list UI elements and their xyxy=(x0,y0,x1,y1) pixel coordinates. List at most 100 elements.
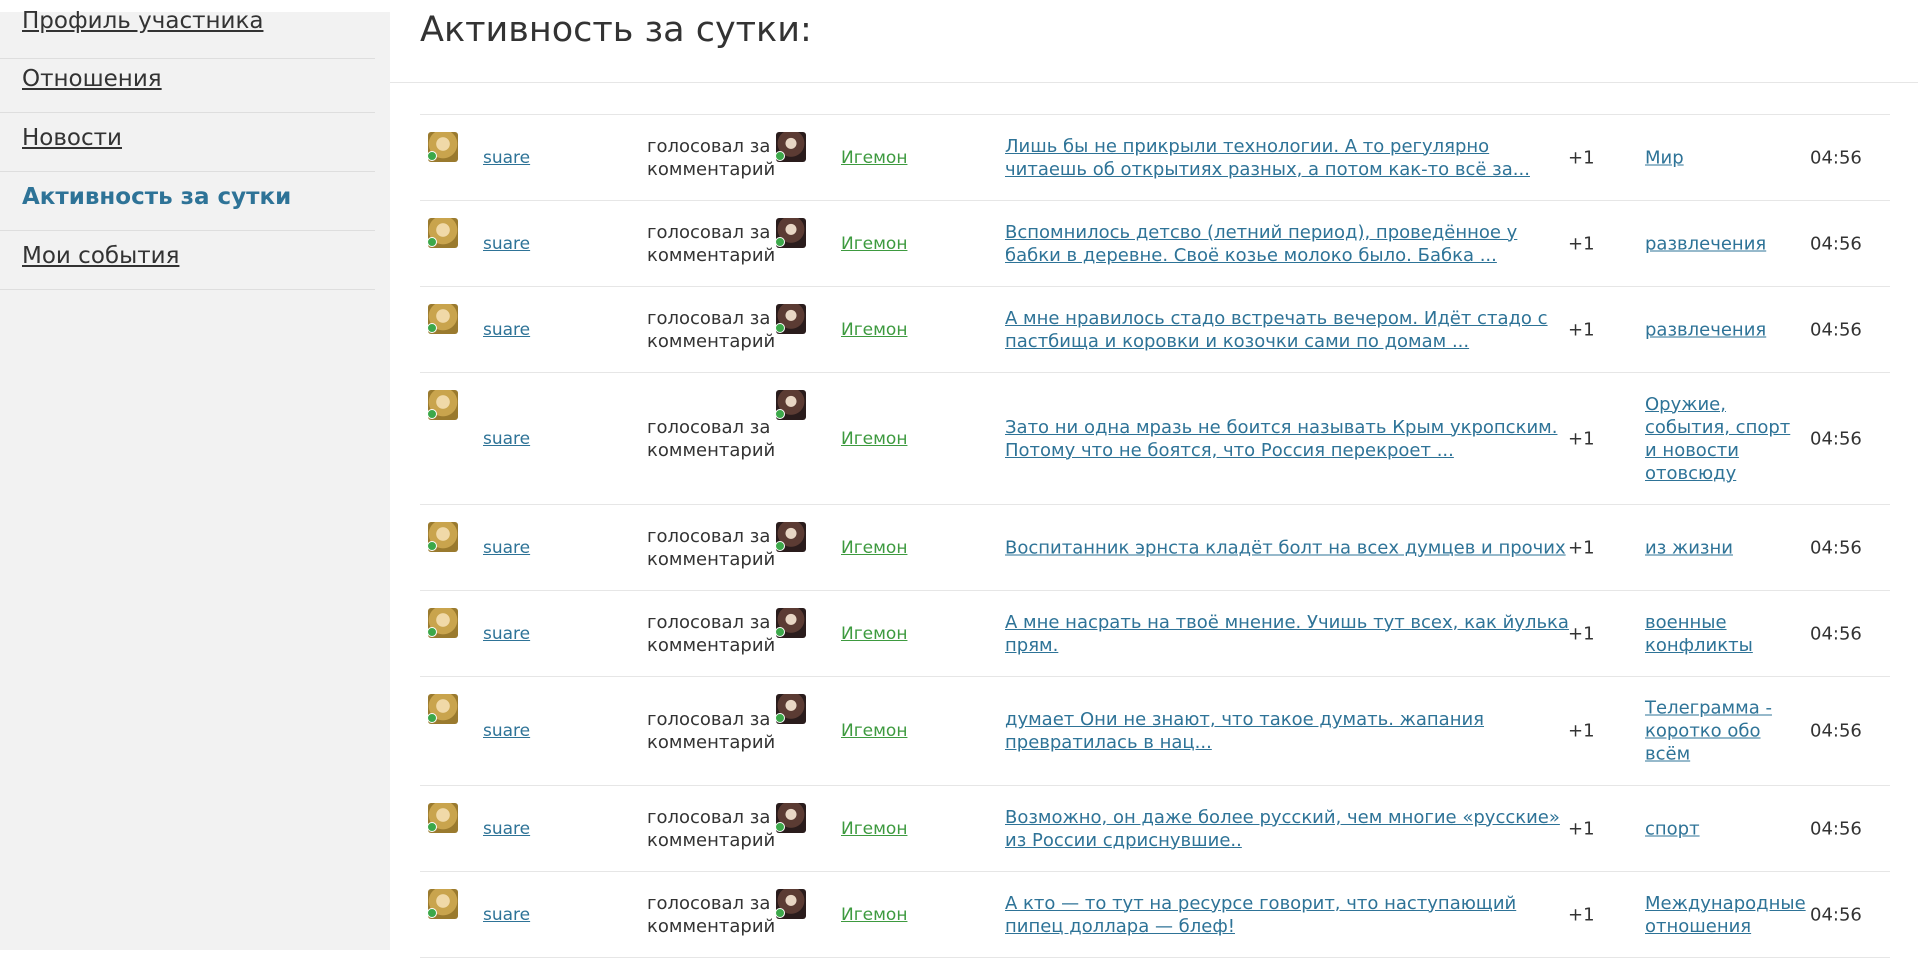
topic-link[interactable]: Международные отношения xyxy=(1645,892,1806,938)
activity-action: голосовал за комментарий xyxy=(647,709,776,753)
topic-link[interactable]: из жизни xyxy=(1645,536,1795,559)
user-avatar[interactable] xyxy=(427,522,458,552)
online-status-icon xyxy=(775,713,785,723)
target-avatar[interactable] xyxy=(775,390,806,420)
topic-link[interactable]: развлечения xyxy=(1645,232,1795,255)
target-avatar[interactable] xyxy=(775,304,806,334)
topic-link[interactable]: развлечения xyxy=(1645,318,1795,341)
user-avatar[interactable] xyxy=(427,803,458,833)
user-avatar[interactable] xyxy=(427,889,458,919)
online-status-icon xyxy=(427,323,437,333)
comment-link[interactable]: Возможно, он даже более русский, чем мно… xyxy=(1005,806,1575,852)
vote-score: +1 xyxy=(1568,233,1595,254)
activity-time: 04:56 xyxy=(1810,818,1862,839)
target-user-link[interactable]: Игемон xyxy=(841,429,907,449)
online-status-icon xyxy=(775,908,785,918)
user-link[interactable]: suare xyxy=(483,429,530,449)
sidebar: Профиль участника Отношения Новости Акти… xyxy=(0,0,390,950)
online-status-icon xyxy=(775,409,785,419)
activity-time: 04:56 xyxy=(1810,147,1862,168)
target-user-link[interactable]: Игемон xyxy=(841,624,907,644)
sidebar-item-relations[interactable]: Отношения xyxy=(0,54,375,113)
user-link[interactable]: suare xyxy=(483,538,530,558)
comment-link[interactable]: думает Они не знают, что такое думать. ж… xyxy=(1005,708,1575,754)
activity-time: 04:56 xyxy=(1810,428,1862,449)
comment-link[interactable]: А мне насрать на твоё мнение. Учишь тут … xyxy=(1005,611,1575,657)
target-user-link[interactable]: Игемон xyxy=(841,905,907,925)
sidebar-item-label[interactable]: Мои события xyxy=(22,243,179,269)
vote-score: +1 xyxy=(1568,319,1595,340)
sidebar-item-news[interactable]: Новости xyxy=(0,113,375,172)
target-avatar[interactable] xyxy=(775,218,806,248)
sidebar-item-label[interactable]: Профиль участника xyxy=(22,8,263,34)
target-avatar[interactable] xyxy=(775,608,806,638)
comment-link[interactable]: Лишь бы не прикрыли технологии. А то рег… xyxy=(1005,135,1575,181)
activity-time: 04:56 xyxy=(1810,537,1862,558)
table-row: suare голосовал за комментарий Игемон Лишь … xyxy=(420,115,1890,201)
user-avatar[interactable] xyxy=(427,304,458,334)
user-link[interactable]: suare xyxy=(483,624,530,644)
target-avatar[interactable] xyxy=(775,522,806,552)
online-status-icon xyxy=(775,627,785,637)
activity-action: голосовал за комментарий xyxy=(647,892,776,937)
target-user-link[interactable]: Игемон xyxy=(841,819,907,839)
topic-link[interactable]: Телеграмма - коротко обо всём xyxy=(1645,697,1795,766)
comment-link[interactable]: Зато ни одна мразь не боится называть Кр… xyxy=(1005,416,1575,462)
user-link[interactable]: suare xyxy=(483,721,530,741)
vote-score: +1 xyxy=(1568,623,1595,644)
vote-score: +1 xyxy=(1568,904,1595,925)
table-row: suare голосовал за комментарий Игемон Вспом… xyxy=(420,201,1890,287)
user-link[interactable]: suare xyxy=(483,320,530,340)
online-status-icon xyxy=(427,908,437,918)
sidebar-item-label[interactable]: Новости xyxy=(22,125,122,151)
user-link[interactable]: suare xyxy=(483,234,530,254)
sidebar-item-label[interactable]: Активность за сутки xyxy=(22,184,291,210)
comment-link[interactable]: А кто — то тут на ресурсе говорит, что н… xyxy=(1005,892,1575,938)
activity-time: 04:56 xyxy=(1810,720,1862,742)
sidebar-item-my-events[interactable]: Мои события xyxy=(0,231,375,290)
online-status-icon xyxy=(427,822,437,832)
sidebar-item-activity[interactable]: Активность за сутки xyxy=(0,172,375,231)
user-link[interactable]: suare xyxy=(483,148,530,168)
user-avatar[interactable] xyxy=(427,218,458,248)
sidebar-item-profile[interactable]: Профиль участника xyxy=(0,0,375,59)
target-user-link[interactable]: Игемон xyxy=(841,538,907,558)
table-row: suare голосовал за комментарий Игемон А мне… xyxy=(420,287,1890,373)
user-link[interactable]: suare xyxy=(483,819,530,839)
user-avatar[interactable] xyxy=(427,608,458,638)
target-avatar[interactable] xyxy=(775,132,806,162)
target-avatar[interactable] xyxy=(775,694,806,724)
user-avatar[interactable] xyxy=(427,694,458,724)
activity-action: голосовал за комментарий xyxy=(647,307,776,352)
activity-action: голосовал за комментарий xyxy=(647,135,776,180)
topic-link[interactable]: военные конфликты xyxy=(1645,611,1795,657)
activity-action: голосовал за комментарий xyxy=(647,611,776,656)
target-user-link[interactable]: Игемон xyxy=(841,320,907,340)
topic-link[interactable]: Оружие, события, спорт и новости отовсюд… xyxy=(1645,393,1795,485)
activity-time: 04:56 xyxy=(1810,319,1862,340)
target-avatar[interactable] xyxy=(775,803,806,833)
topic-link[interactable]: спорт xyxy=(1645,817,1795,840)
user-avatar[interactable] xyxy=(427,132,458,162)
online-status-icon xyxy=(775,237,785,247)
comment-link[interactable]: Вспомнилось детсво (летний период), пров… xyxy=(1005,221,1575,267)
table-row: suare голосовал за комментарий Игемон Зато … xyxy=(420,373,1890,505)
target-user-link[interactable]: Игемон xyxy=(841,721,907,741)
topic-link[interactable]: Мир xyxy=(1645,146,1795,169)
online-status-icon xyxy=(427,409,437,419)
vote-score: +1 xyxy=(1568,720,1595,742)
user-link[interactable]: suare xyxy=(483,905,530,925)
title-divider xyxy=(390,82,1918,83)
user-avatar[interactable] xyxy=(427,390,458,420)
comment-link[interactable]: Воспитанник эрнста кладёт болт на всех д… xyxy=(1005,536,1575,559)
online-status-icon xyxy=(427,627,437,637)
target-avatar[interactable] xyxy=(775,889,806,919)
sidebar-item-label[interactable]: Отношения xyxy=(22,66,162,92)
main-content: Активность за сутки: suare голосовал за к… xyxy=(390,0,1918,958)
target-user-link[interactable]: Игемон xyxy=(841,234,907,254)
table-row: suare голосовал за комментарий Игемон Возмо… xyxy=(420,786,1890,872)
comment-link[interactable]: А мне нравилось стадо встречать вечером.… xyxy=(1005,307,1575,353)
target-user-link[interactable]: Игемон xyxy=(841,148,907,168)
online-status-icon xyxy=(427,541,437,551)
online-status-icon xyxy=(427,713,437,723)
